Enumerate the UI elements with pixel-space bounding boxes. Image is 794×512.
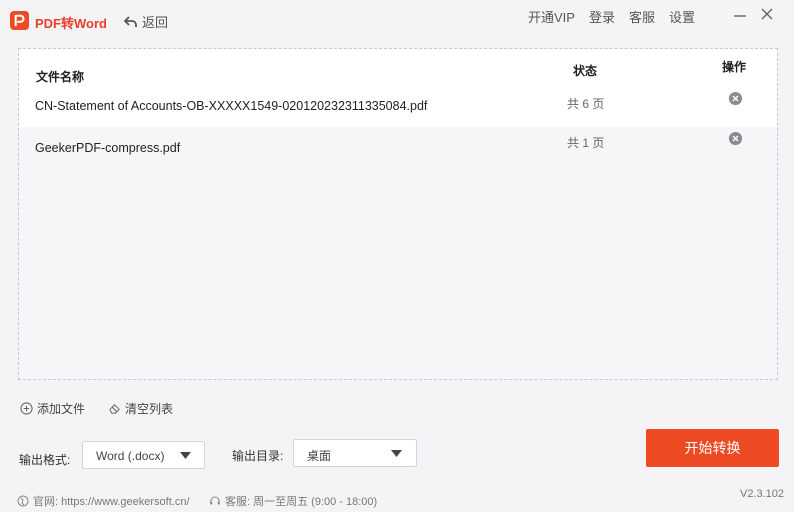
minimize-icon[interactable]	[730, 6, 750, 26]
nav-service[interactable]: 客服	[622, 7, 662, 26]
add-circle-icon	[20, 402, 33, 415]
nav-vip[interactable]: 开通VIP	[521, 7, 582, 26]
title-bar: PDF转Word 返回 开通VIP 登录 客服 设置	[0, 0, 794, 42]
add-file-label: 添加文件	[37, 402, 86, 416]
eraser-icon	[109, 404, 120, 414]
nav-login[interactable]: 登录	[582, 7, 622, 26]
globe-icon	[17, 495, 29, 507]
clear-list-label: 清空列表	[125, 402, 174, 416]
output-format-value: Word (.docx)	[96, 449, 165, 463]
close-icon[interactable]	[757, 4, 777, 24]
file-name: CN-Statement of Accounts-OB-XXXXX1549-02…	[35, 99, 428, 113]
top-nav: 开通VIP 登录 客服 设置	[521, 7, 702, 26]
remove-file-icon[interactable]	[728, 131, 743, 146]
chevron-down-icon	[391, 450, 402, 457]
back-arrow-icon	[124, 15, 137, 27]
back-label: 返回	[142, 15, 169, 30]
column-filename: 文件名称	[36, 70, 85, 84]
output-dir-select[interactable]: 桌面	[293, 439, 417, 467]
output-dir-label: 输出目录:	[232, 449, 284, 463]
footer: 官网: https://www.geekersoft.cn/ 客服: 周一至周五…	[0, 484, 794, 512]
app-title: PDF转Word	[35, 16, 107, 31]
clear-list-button[interactable]: 清空列表	[108, 400, 173, 417]
table-header: 文件名称 状态 操作	[19, 49, 777, 87]
remove-file-icon[interactable]	[728, 91, 743, 106]
app-logo-icon	[10, 11, 29, 30]
website-text: 官网: https://www.geekersoft.cn/	[33, 496, 190, 508]
table-row[interactable]: CN-Statement of Accounts-OB-XXXXX1549-02…	[19, 87, 777, 127]
website-link[interactable]: 官网: https://www.geekersoft.cn/	[17, 493, 190, 509]
nav-settings[interactable]: 设置	[662, 7, 702, 26]
file-list-panel[interactable]: 文件名称 状态 操作 CN-Statement of Accounts-OB-X…	[18, 48, 778, 380]
output-format-label: 输出格式:	[19, 453, 71, 467]
service-hours: 客服: 周一至周五 (9:00 - 18:00)	[209, 493, 377, 509]
version-label: V2.3.102	[740, 488, 785, 500]
output-format-select[interactable]: Word (.docx)	[82, 441, 205, 469]
column-status: 状态	[573, 64, 598, 78]
service-text: 客服: 周一至周五 (9:00 - 18:00)	[225, 496, 378, 508]
chevron-down-icon	[180, 452, 191, 459]
start-convert-button[interactable]: 开始转换	[646, 429, 779, 467]
column-action: 操作	[722, 60, 747, 74]
back-button[interactable]: 返回	[124, 12, 168, 31]
table-row[interactable]: GeekerPDF-compress.pdf 共 1 页	[19, 127, 777, 167]
output-dir-value: 桌面	[307, 449, 332, 463]
headset-icon	[210, 496, 220, 505]
page-count: 共 1 页	[567, 136, 605, 150]
add-file-button[interactable]: 添加文件	[20, 400, 85, 417]
file-name: GeekerPDF-compress.pdf	[35, 141, 181, 155]
page-count: 共 6 页	[567, 97, 605, 111]
